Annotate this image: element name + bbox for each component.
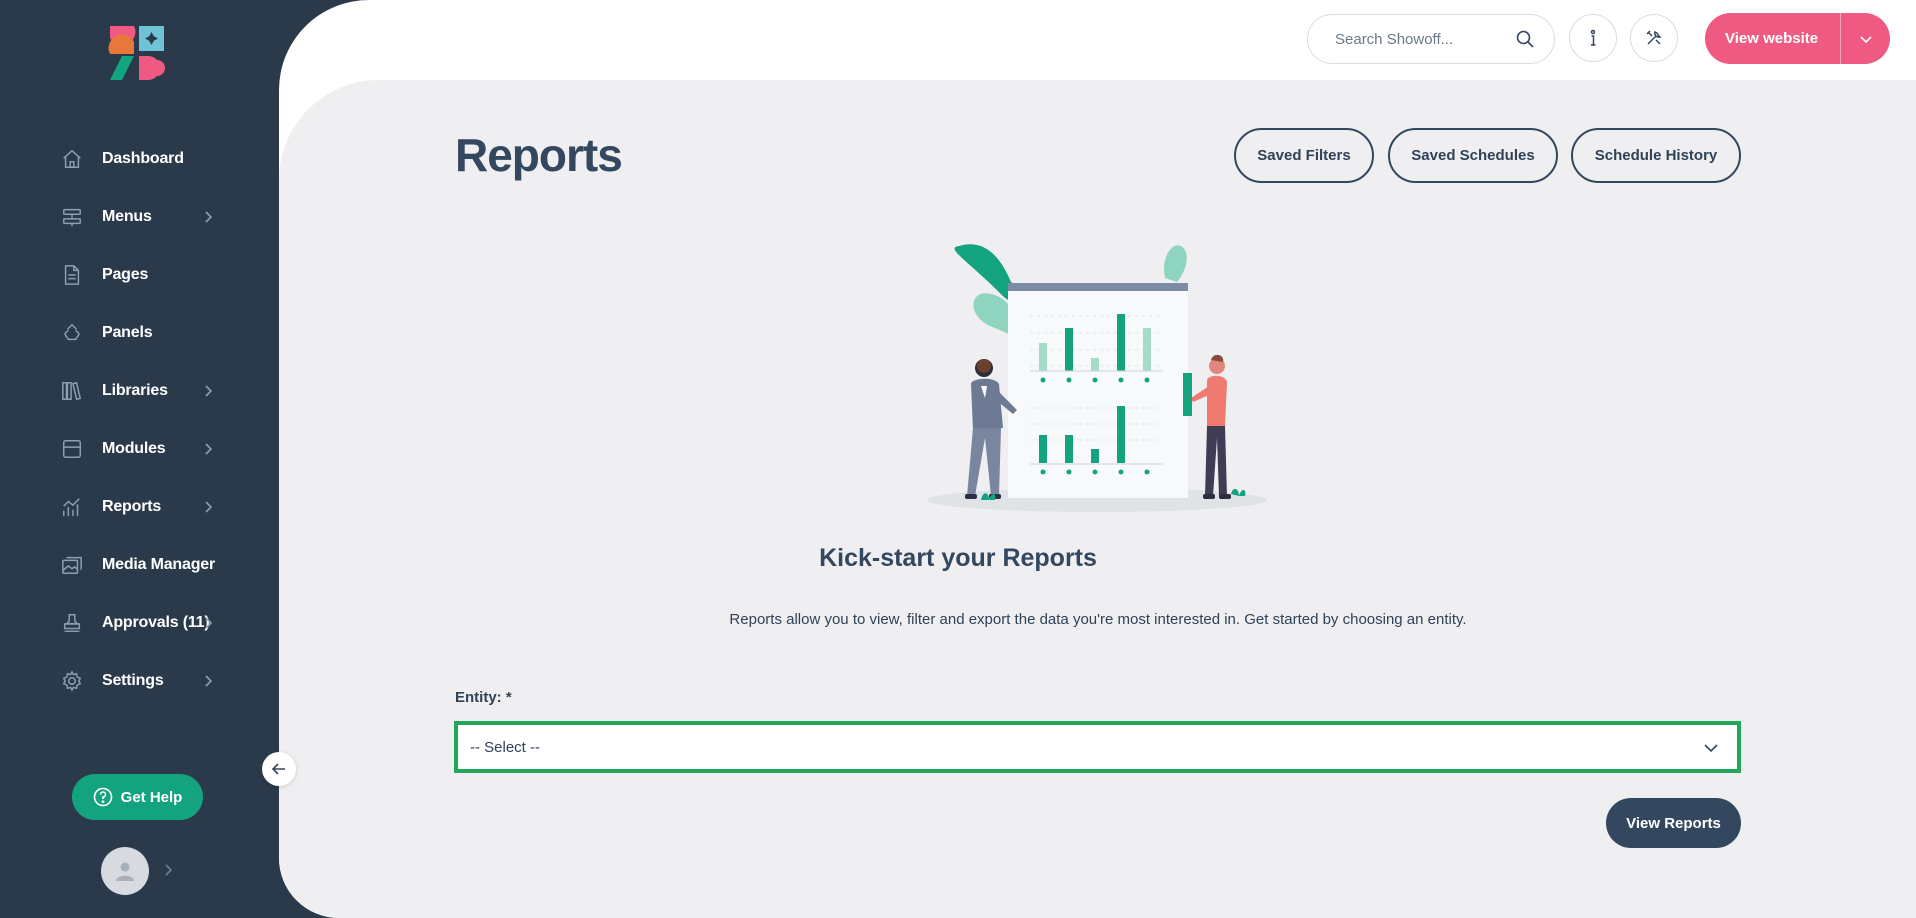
tools-icon bbox=[1646, 30, 1662, 45]
sidebar-item-label: Panels bbox=[102, 324, 153, 341]
gear-icon bbox=[60, 669, 84, 693]
saved-filters-button[interactable]: Saved Filters bbox=[1234, 128, 1374, 183]
sidebar-item-libraries[interactable]: Libraries bbox=[0, 362, 280, 420]
brand-logo[interactable] bbox=[108, 24, 166, 82]
sidebar-item-label: Modules bbox=[102, 440, 166, 457]
sidebar-item-label: Reports bbox=[102, 498, 162, 515]
empty-state-title: Kick-start your Reports bbox=[819, 544, 1097, 572]
sidebar-item-label: Pages bbox=[102, 266, 149, 283]
chevron-right-icon[interactable] bbox=[160, 862, 176, 878]
info-button[interactable] bbox=[1569, 14, 1617, 62]
get-help-label: Get Help bbox=[120, 788, 183, 806]
entity-select[interactable]: -- Select -- bbox=[454, 721, 1741, 773]
schedule-history-button[interactable]: Schedule History bbox=[1571, 128, 1741, 183]
sidebar-item-menus[interactable]: Menus bbox=[0, 188, 280, 246]
chart-icon bbox=[60, 495, 84, 519]
view-reports-button[interactable]: View Reports bbox=[1606, 798, 1741, 848]
page-icon bbox=[60, 263, 84, 287]
sidebar-item-reports[interactable]: Reports bbox=[0, 478, 280, 536]
sidebar-item-dashboard[interactable]: Dashboard bbox=[0, 130, 280, 188]
entity-select-value: -- Select -- bbox=[470, 738, 541, 756]
tools-button[interactable] bbox=[1630, 14, 1678, 62]
chevron-right-icon bbox=[200, 209, 216, 225]
chevron-right-icon bbox=[200, 441, 216, 457]
view-website-button[interactable]: View website bbox=[1705, 13, 1890, 64]
home-icon bbox=[60, 147, 84, 171]
sidebar-item-label: Menus bbox=[102, 208, 152, 225]
sidebar-item-pages[interactable]: Pages bbox=[0, 246, 280, 304]
panels-icon bbox=[60, 321, 84, 345]
sidebar-item-label: Dashboard bbox=[102, 150, 184, 167]
chevron-right-icon bbox=[200, 673, 216, 689]
reports-illustration bbox=[925, 238, 1275, 516]
box-icon bbox=[60, 437, 84, 461]
search-icon[interactable] bbox=[1516, 30, 1534, 48]
sidebar-item-settings[interactable]: Settings bbox=[0, 652, 280, 710]
get-help-button[interactable]: Get Help bbox=[72, 774, 203, 820]
chevron-down-icon bbox=[1703, 740, 1719, 761]
empty-state-description: Reports allow you to view, filter and ex… bbox=[729, 611, 1467, 628]
sidebar: Dashboard Menus Pages Panels Libraries M… bbox=[0, 0, 280, 918]
user-icon bbox=[116, 862, 134, 881]
sidebar-item-modules[interactable]: Modules bbox=[0, 420, 280, 478]
chevron-right-icon bbox=[200, 383, 216, 399]
info-icon bbox=[1590, 29, 1596, 46]
sidebar-item-label: Settings bbox=[102, 672, 164, 689]
sidebar-item-label: Libraries bbox=[102, 382, 168, 399]
search-box[interactable] bbox=[1307, 14, 1555, 64]
collapse-sidebar-button[interactable] bbox=[262, 752, 296, 786]
saved-schedules-button[interactable]: Saved Schedules bbox=[1388, 128, 1558, 183]
page-title: Reports bbox=[455, 129, 623, 181]
avatar[interactable] bbox=[101, 847, 149, 895]
search-input[interactable] bbox=[1335, 30, 1505, 48]
view-website-label: View website bbox=[1725, 30, 1819, 47]
chevron-down-icon[interactable] bbox=[1841, 13, 1890, 64]
chevron-right-icon bbox=[200, 499, 216, 515]
books-icon bbox=[60, 379, 84, 403]
sidebar-item-panels[interactable]: Panels bbox=[0, 304, 280, 362]
help-icon bbox=[93, 787, 113, 807]
menu-icon bbox=[60, 205, 84, 229]
entity-label: Entity: * bbox=[455, 689, 512, 706]
arrow-left-icon bbox=[271, 763, 285, 775]
